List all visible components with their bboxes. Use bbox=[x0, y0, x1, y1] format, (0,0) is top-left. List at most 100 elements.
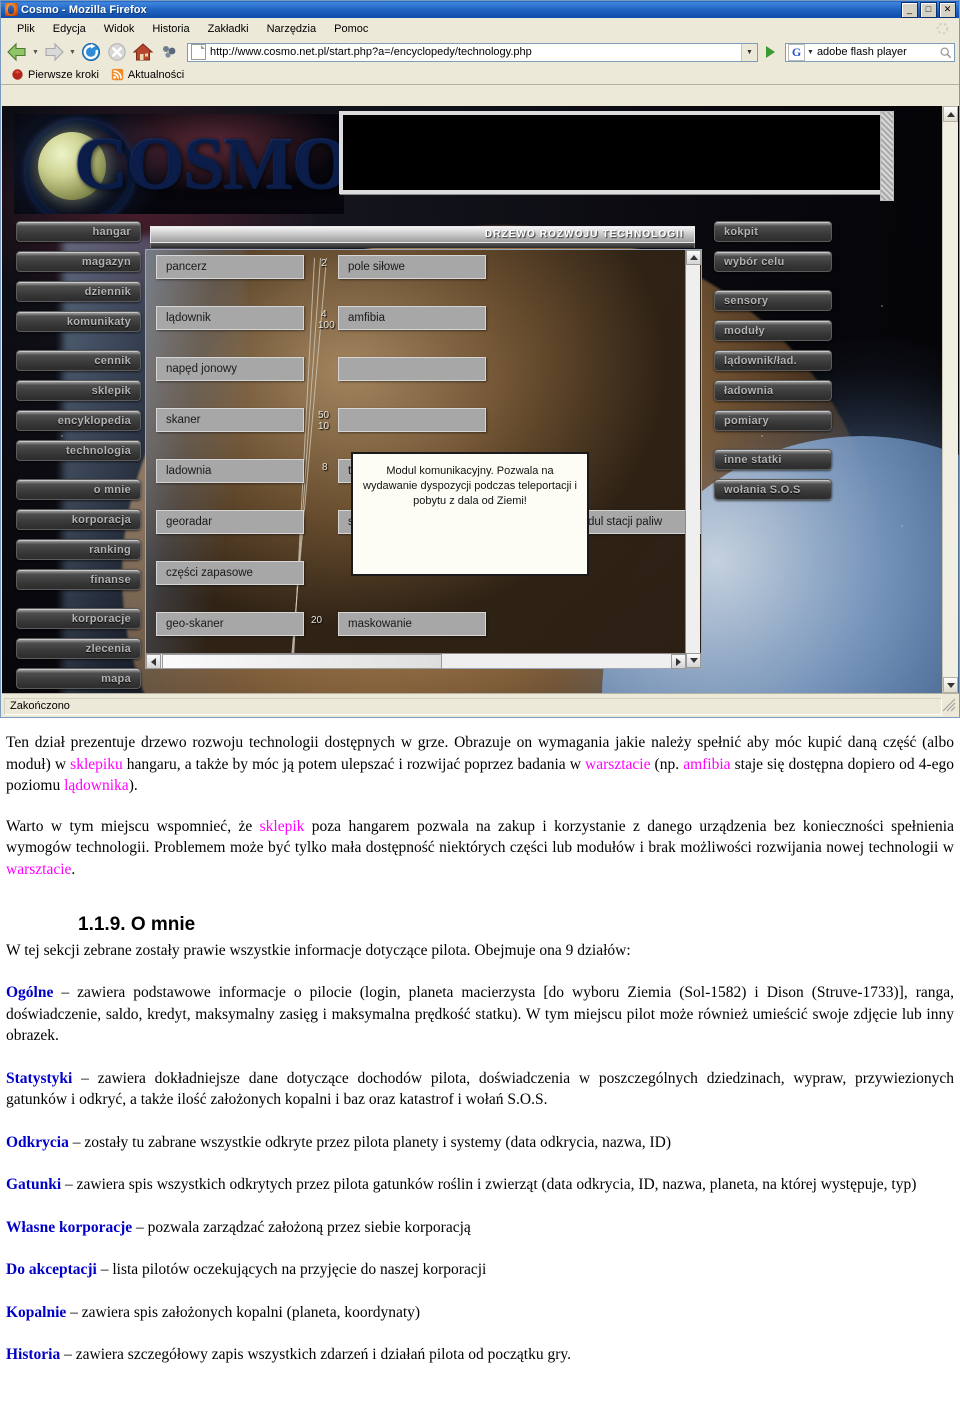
menu-item-technologia[interactable]: technologia bbox=[16, 440, 141, 461]
maximize-button[interactable]: □ bbox=[920, 2, 937, 18]
menu-item-moduly[interactable]: moduły bbox=[714, 320, 832, 341]
link-amfibia[interactable]: amfibia bbox=[683, 756, 730, 773]
tech-node-georadar[interactable]: georadar bbox=[156, 510, 304, 534]
menu-item-sensory[interactable]: sensory bbox=[714, 290, 832, 311]
link-warsztacie[interactable]: warsztacie bbox=[585, 756, 650, 773]
page-vertical-scrollbar[interactable] bbox=[942, 106, 958, 693]
tech-node-czesci-zapasowe[interactable]: części zapasowe bbox=[156, 561, 304, 585]
banner-edge-decor bbox=[880, 111, 894, 201]
search-bar[interactable]: G ▼ adobe flash player bbox=[785, 42, 955, 62]
page-scroll-down-button[interactable] bbox=[943, 677, 958, 693]
tech-node-hidden-2[interactable] bbox=[338, 408, 486, 432]
menu-item-inne-statki[interactable]: inne statki bbox=[714, 449, 832, 470]
menu-pomoc[interactable]: Pomoc bbox=[326, 21, 378, 37]
extension-icon[interactable] bbox=[157, 40, 181, 64]
menu-zakladki[interactable]: Zakładki bbox=[200, 21, 259, 37]
link-sklepik[interactable]: sklepik bbox=[260, 818, 305, 835]
url-dropdown-icon[interactable]: ▼ bbox=[741, 43, 757, 61]
menu-item-wybor-celu[interactable]: wybór celu bbox=[714, 251, 832, 272]
menu-item-sklepik[interactable]: sklepik bbox=[16, 380, 141, 401]
term-kopalnie: Kopalnie bbox=[6, 1303, 67, 1321]
bookmark-aktualnosci[interactable]: Aktualności bbox=[107, 68, 188, 81]
menu-item-wolania-sos[interactable]: wołania S.O.S bbox=[714, 479, 832, 500]
link-ladownika[interactable]: lądownika bbox=[64, 777, 129, 794]
search-engine-dropdown-icon[interactable]: ▼ bbox=[807, 49, 814, 56]
tech-node-maskowanie[interactable]: maskowanie bbox=[338, 612, 486, 636]
tech-node-pancerz[interactable]: pancerz bbox=[156, 255, 304, 279]
link-sklepiku[interactable]: sklepiku bbox=[70, 756, 123, 773]
screenshot-root: Cosmo - Mozilla Firefox _ □ ✕ Plik Edycj… bbox=[0, 0, 960, 1422]
scroll-down-button[interactable] bbox=[686, 653, 701, 668]
link-warsztacie-2[interactable]: warsztacie bbox=[6, 861, 71, 878]
resize-grip-icon[interactable] bbox=[942, 698, 956, 712]
section-statystyki: Statystyki – zawiera dokładniejsze dane … bbox=[6, 1068, 954, 1111]
menu-historia[interactable]: Historia bbox=[144, 21, 199, 37]
menu-item-mapa[interactable]: mapa bbox=[16, 668, 141, 689]
menu-narzedzia[interactable]: Narzędzia bbox=[259, 21, 327, 37]
logo-wordmark: COSMO bbox=[74, 120, 344, 208]
cosmo-logo: COSMO bbox=[14, 114, 344, 214]
back-arrow-icon[interactable] bbox=[5, 40, 29, 64]
menu-item-ladownik-lad[interactable]: lądownik/ład. bbox=[714, 350, 832, 371]
back-dropdown-icon[interactable]: ▼ bbox=[31, 49, 40, 56]
menu-plik[interactable]: Plik bbox=[9, 21, 45, 37]
page-scroll-up-button[interactable] bbox=[943, 106, 958, 122]
advert-banner[interactable] bbox=[339, 111, 884, 194]
menu-item-hangar[interactable]: hangar bbox=[16, 221, 141, 242]
menu-widok[interactable]: Widok bbox=[96, 21, 145, 37]
menu-item-dziennik[interactable]: dziennik bbox=[16, 281, 141, 302]
section-historia: Historia – zawiera szczegółowy zapis wsz… bbox=[6, 1344, 954, 1366]
home-icon[interactable] bbox=[131, 40, 155, 64]
term-do-akceptacji: Do akceptacji bbox=[6, 1261, 97, 1278]
tech-node-pole-silowe[interactable]: pole siłowe bbox=[338, 255, 486, 279]
menu-item-kokpit[interactable]: kokpit bbox=[714, 221, 832, 242]
menu-item-ladownia[interactable]: ładownia bbox=[714, 380, 832, 401]
tech-tree-vertical-scrollbar[interactable] bbox=[685, 250, 701, 668]
scroll-left-button[interactable] bbox=[146, 654, 161, 669]
tech-tree-horizontal-scrollbar[interactable] bbox=[146, 653, 686, 669]
close-button[interactable]: ✕ bbox=[939, 2, 956, 18]
desc-kopalnie: – zawiera spis założonych kopalni (plane… bbox=[66, 1303, 421, 1321]
tech-node-amfibia[interactable]: amfibia bbox=[338, 306, 486, 330]
menu-item-finanse[interactable]: finanse bbox=[16, 569, 141, 590]
menu-item-korporacja[interactable]: korporacja bbox=[16, 509, 141, 530]
desc-gatunki: – zawiera spis wszystkich odkrytych prze… bbox=[61, 1176, 917, 1193]
triangle-down-icon bbox=[946, 682, 955, 688]
search-submit[interactable] bbox=[937, 46, 954, 59]
section-do-akceptacji: Do akceptacji – lista pilotów oczekujący… bbox=[6, 1259, 954, 1281]
reload-icon[interactable] bbox=[79, 40, 103, 64]
menu-item-komunikaty[interactable]: komunikaty bbox=[16, 311, 141, 332]
tech-node-tooltip: Modul komunikacyjny. Pozwala na wydawani… bbox=[351, 452, 589, 576]
tech-node-hidden-1[interactable] bbox=[338, 357, 486, 381]
tech-node-geo-skaner[interactable]: geo-skaner bbox=[156, 612, 304, 636]
search-input[interactable]: adobe flash player bbox=[817, 46, 937, 58]
window-controls: _ □ ✕ bbox=[901, 2, 956, 18]
menu-item-ranking[interactable]: ranking bbox=[16, 539, 141, 560]
minimize-button[interactable]: _ bbox=[901, 2, 918, 18]
menu-item-encyklopedia[interactable]: encyklopedia bbox=[16, 410, 141, 431]
menu-bar: Plik Edycja Widok Historia Zakładki Narz… bbox=[1, 18, 959, 39]
scroll-right-button[interactable] bbox=[671, 654, 686, 669]
menu-item-korporacje[interactable]: korporacje bbox=[16, 608, 141, 629]
menu-edycja[interactable]: Edycja bbox=[45, 21, 96, 37]
tech-node-ladownik[interactable]: lądownik bbox=[156, 306, 304, 330]
menu-item-pomiary[interactable]: pomiary bbox=[714, 410, 832, 431]
menu-item-zlecenia[interactable]: zlecenia bbox=[16, 638, 141, 659]
horizontal-scroll-thumb[interactable] bbox=[162, 654, 442, 669]
go-button[interactable] bbox=[760, 42, 780, 62]
game-left-menu: hangar magazyn dziennik komunikaty cenni… bbox=[16, 221, 141, 693]
scroll-up-button[interactable] bbox=[686, 250, 701, 265]
go-arrow-icon bbox=[765, 46, 775, 58]
menu-item-magazyn[interactable]: magazyn bbox=[16, 251, 141, 272]
url-text: http://www.cosmo.net.pl/start.php?a=/enc… bbox=[210, 46, 532, 58]
menu-item-o-mnie[interactable]: o mnie bbox=[16, 479, 141, 500]
tech-node-naped-jonowy[interactable]: napęd jonowy bbox=[156, 357, 304, 381]
google-icon[interactable]: G bbox=[788, 43, 805, 61]
address-bar[interactable]: http://www.cosmo.net.pl/start.php?a=/enc… bbox=[187, 42, 758, 62]
tech-node-ladownia[interactable]: ladownia bbox=[156, 459, 304, 483]
navigation-toolbar: ▼ ▼ http://www.cosmo.net.pl/start.php?a=… bbox=[1, 39, 959, 65]
bookmark-pierwsze-kroki[interactable]: Pierwsze kroki bbox=[7, 68, 103, 81]
desc-statystyki: – zawiera dokładniejsze dane dotyczące d… bbox=[6, 1069, 954, 1109]
tech-node-skaner[interactable]: skaner bbox=[156, 408, 304, 432]
menu-item-cennik[interactable]: cennik bbox=[16, 350, 141, 371]
